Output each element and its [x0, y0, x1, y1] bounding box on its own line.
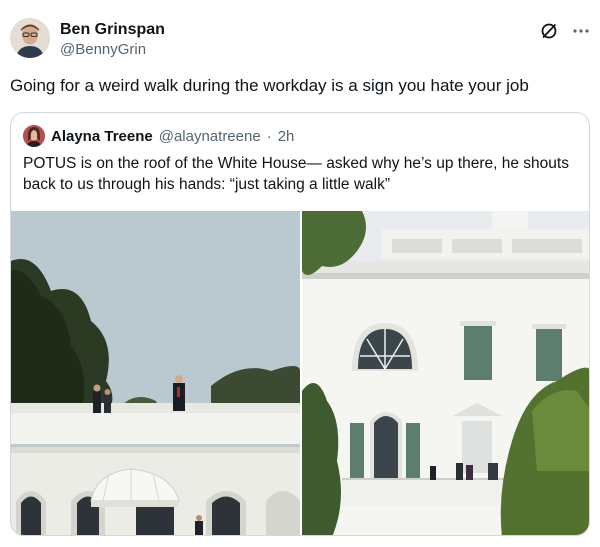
tweet-text: Going for a weird walk during the workda…	[10, 76, 529, 95]
quoted-tweet-header: Alayna Treene @alaynatreene · 2h	[23, 125, 294, 147]
quoted-avatar[interactable]	[23, 125, 45, 147]
quoted-tweet-text: POTUS is on the roof of the White House—…	[23, 155, 569, 193]
tweet-header: Ben Grinspan @BennyGrin	[10, 18, 590, 62]
photo-white-house-roof-wide[interactable]	[11, 211, 300, 535]
quoted-author-name[interactable]: Alayna Treene	[51, 128, 153, 145]
author-handle[interactable]: @BennyGrin	[60, 40, 165, 60]
quoted-timestamp[interactable]: 2h	[278, 128, 295, 145]
quoted-author-handle[interactable]: @alaynatreene	[159, 128, 261, 145]
more-icon[interactable]	[572, 22, 590, 45]
grok-icon[interactable]	[540, 22, 558, 45]
avatar[interactable]	[10, 18, 50, 58]
separator-dot: ·	[266, 127, 272, 145]
author-name[interactable]: Ben Grinspan	[60, 20, 165, 40]
quoted-tweet[interactable]: Alayna Treene @alaynatreene · 2h POTUS i…	[10, 112, 590, 536]
media-grid	[11, 211, 589, 535]
photo-white-house-facade[interactable]	[302, 211, 589, 535]
